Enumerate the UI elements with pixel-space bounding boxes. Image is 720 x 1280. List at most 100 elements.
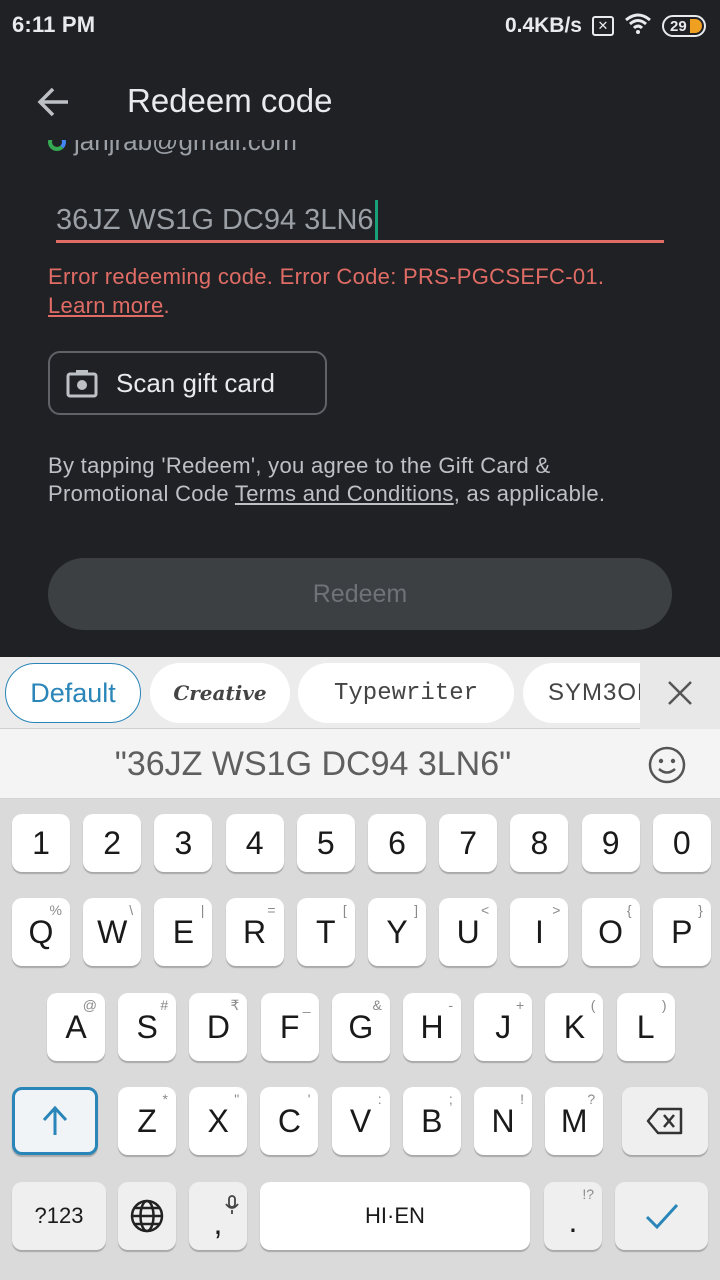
font-style-bar: Default Creative Typewriter SYM3OL — [0, 657, 720, 729]
key-label: 3 — [174, 824, 193, 861]
key-5[interactable]: 5 — [296, 814, 355, 872]
key-u[interactable]: U < — [439, 898, 498, 966]
key-g[interactable]: G & — [331, 993, 390, 1061]
font-style-typewriter[interactable]: Typewriter — [298, 663, 514, 723]
key-label: O — [598, 913, 624, 950]
key-label: G — [348, 1008, 374, 1045]
key-label: P — [671, 913, 693, 950]
terms-link[interactable]: Terms and Conditions — [235, 481, 454, 506]
key-o[interactable]: O{ — [581, 898, 640, 966]
period-key[interactable]: .!? — [544, 1182, 602, 1250]
key-hint: \ — [129, 902, 134, 918]
key-y[interactable]: Y] — [368, 898, 426, 966]
emoji-button[interactable] — [646, 744, 688, 786]
key-b[interactable]: B; — [402, 1087, 461, 1155]
key-k[interactable]: K( — [545, 993, 604, 1061]
key-label: N — [491, 1102, 515, 1139]
comma-key[interactable]: , — [189, 1182, 247, 1250]
enter-key[interactable] — [615, 1182, 708, 1250]
key-label: U — [456, 913, 480, 950]
checkmark-icon — [645, 1203, 678, 1230]
key-i[interactable]: I > — [510, 898, 569, 966]
key-hint: !? — [582, 1186, 594, 1202]
key-f[interactable]: F _ — [260, 993, 319, 1061]
key-3[interactable]: 3 — [154, 814, 213, 872]
key-hint: : — [377, 1091, 382, 1107]
key-label: ?123 — [34, 1203, 84, 1228]
key-t[interactable]: T[ — [296, 898, 355, 966]
key-n[interactable]: N! — [474, 1087, 532, 1155]
key-h[interactable]: H- — [403, 993, 461, 1061]
key-r[interactable]: R = — [225, 898, 284, 966]
battery-level: 29 — [670, 17, 687, 35]
key-label: R — [243, 913, 267, 950]
key-e[interactable]: E | — [154, 898, 213, 966]
symbols-key[interactable]: ?123 — [12, 1182, 106, 1250]
key-hint: ? — [587, 1091, 596, 1107]
space-key[interactable]: HI·EN — [260, 1182, 530, 1250]
key-hint: _ — [302, 997, 311, 1013]
key-m[interactable]: M? — [545, 1087, 604, 1155]
font-style-symbol[interactable]: SYM3OL — [523, 663, 653, 723]
key-0[interactable]: 0 — [652, 814, 711, 872]
font-style-creative[interactable]: Creative — [150, 663, 290, 723]
error-message: Error redeeming code. Error Code: PRS-PG… — [48, 262, 688, 320]
account-email: janjrab@gmail.com — [74, 140, 297, 156]
key-hint: + — [516, 997, 525, 1013]
scan-gift-card-button[interactable]: Scan gift card — [48, 351, 327, 415]
key-hint: ( — [590, 997, 596, 1013]
code-input[interactable]: 36JZ WS1G DC94 3LN6 — [56, 196, 664, 244]
input-underline-error — [56, 240, 664, 243]
keyboard: Default Creative Typewriter SYM3OL "36JZ… — [0, 657, 720, 1280]
close-font-bar-button[interactable] — [640, 657, 720, 729]
font-style-default[interactable]: Default — [5, 663, 141, 723]
key-label: F — [279, 1008, 300, 1045]
key-x[interactable]: X " — [189, 1087, 248, 1155]
key-9[interactable]: 9 — [581, 814, 640, 872]
key-z[interactable]: Z * — [118, 1087, 176, 1155]
terms-text: By tapping 'Redeem', you agree to the Gi… — [48, 452, 668, 530]
key-p[interactable]: P} — [652, 898, 711, 966]
redeem-button[interactable]: Redeem — [48, 558, 672, 630]
key-w[interactable]: W \ — [83, 898, 142, 966]
key-j[interactable]: J + — [474, 993, 533, 1061]
account-row: janjrab@gmail.com — [48, 140, 448, 166]
back-button[interactable] — [32, 80, 76, 124]
key-8[interactable]: 8 — [510, 814, 569, 872]
key-4[interactable]: 4 — [225, 814, 284, 872]
key-q[interactable]: Q% — [12, 898, 70, 966]
language-key[interactable] — [118, 1182, 176, 1250]
key-c[interactable]: C ' — [260, 1087, 319, 1155]
key-hint: ₹ — [230, 997, 240, 1013]
key-2[interactable]: 2 — [83, 814, 142, 872]
key-label: 7 — [459, 824, 478, 861]
key-label: 2 — [103, 824, 122, 861]
key-hint: > — [552, 902, 561, 918]
sim-x-icon: ✕ — [592, 16, 614, 36]
key-label: D — [206, 1008, 230, 1045]
status-bar: 6:11 PM 0.4KB/s ✕ 29 — [0, 0, 720, 52]
key-1[interactable]: 1 — [12, 814, 70, 872]
key-l[interactable]: L) — [616, 993, 675, 1061]
key-label: 4 — [245, 824, 264, 861]
key-7[interactable]: 7 — [439, 814, 498, 872]
key-label: J — [495, 1008, 512, 1045]
key-6[interactable]: 6 — [368, 814, 426, 872]
key-d[interactable]: D ₹ — [189, 993, 248, 1061]
arrow-left-icon — [37, 87, 68, 117]
key-label: 9 — [601, 824, 620, 861]
key-a[interactable]: A @ — [47, 993, 105, 1061]
key-hint: & — [372, 997, 382, 1013]
key-s[interactable]: S # — [118, 993, 177, 1061]
key-hint: * — [162, 1091, 168, 1107]
key-label: L — [636, 1008, 655, 1045]
learn-more-link[interactable]: Learn more — [48, 293, 164, 318]
page-title: Redeem code — [127, 82, 333, 119]
key-label: X — [207, 1102, 229, 1139]
backspace-key[interactable] — [622, 1087, 708, 1155]
shift-key[interactable] — [12, 1087, 98, 1155]
key-v[interactable]: V: — [331, 1087, 390, 1155]
suggestion-item[interactable]: "36JZ WS1G DC94 3LN6" — [0, 745, 626, 784]
backspace-icon — [646, 1107, 683, 1135]
key-label: H — [420, 1008, 444, 1045]
